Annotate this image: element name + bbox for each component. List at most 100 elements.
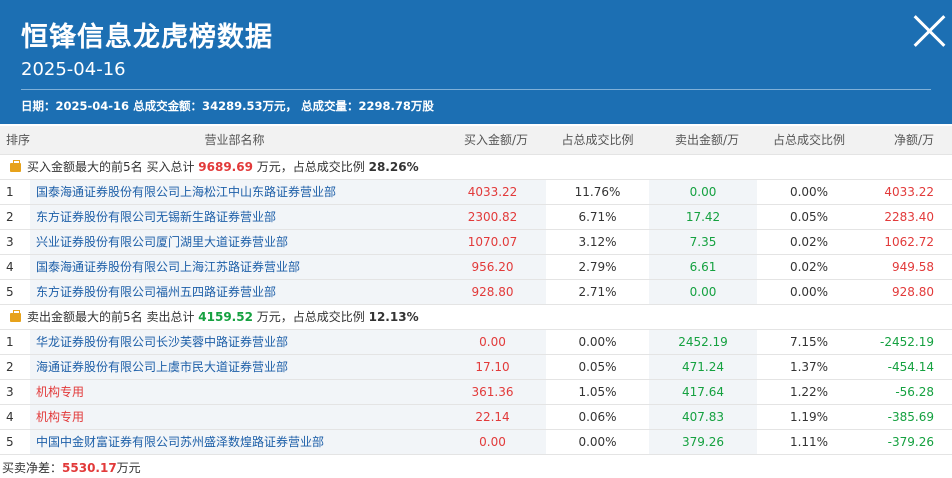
col-buy-ratio: 占总成交比例 — [546, 126, 649, 155]
net-amount: 928.80 — [861, 279, 952, 305]
col-buy-amount: 买入金额/万 — [439, 126, 546, 155]
row-rank: 2 — [0, 204, 30, 230]
row-rank: 1 — [0, 329, 30, 355]
row-rank: 5 — [0, 429, 30, 455]
buy-amount: 928.80 — [439, 279, 546, 305]
sell-amount: 6.61 — [649, 254, 757, 280]
branch-name-link[interactable]: 机构专用 — [30, 404, 439, 430]
branch-name-link[interactable]: 东方证券股份有限公司福州五四路证券营业部 — [30, 279, 439, 305]
branch-name-link[interactable]: 国泰海通证券股份有限公司上海松江中山东路证券营业部 — [30, 179, 439, 205]
branch-name-link[interactable]: 海通证券股份有限公司上虞市民大道证券营业部 — [30, 354, 439, 380]
section-ratio: 28.26% — [368, 160, 419, 174]
buy-amount: 2300.82 — [439, 204, 546, 230]
branch-name-link[interactable]: 兴业证券股份有限公司厦门湖里大道证券营业部 — [30, 229, 439, 255]
table-row: 4 机构专用 22.14 0.06% 407.83 1.19% -385.69 — [0, 404, 952, 430]
buy-ratio: 0.05% — [546, 354, 649, 380]
sell-amount: 17.42 — [649, 204, 757, 230]
buy-ratio: 0.00% — [546, 429, 649, 455]
buy-amount: 1070.07 — [439, 229, 546, 255]
net-amount: -454.14 — [861, 354, 952, 380]
row-rank: 3 — [0, 379, 30, 405]
sell-ratio: 0.02% — [757, 229, 861, 255]
buy-ratio: 0.06% — [546, 404, 649, 430]
branch-name-link[interactable]: 华龙证券股份有限公司长沙芙蓉中路证券营业部 — [30, 329, 439, 355]
net-amount: -385.69 — [861, 404, 952, 430]
row-rank: 5 — [0, 279, 30, 305]
net-amount: -379.26 — [861, 429, 952, 455]
sell-ratio: 1.37% — [757, 354, 861, 380]
sell-ratio: 0.05% — [757, 204, 861, 230]
sell-ratio: 1.19% — [757, 404, 861, 430]
buy-ratio: 2.71% — [546, 279, 649, 305]
net-difference: 买卖净差：5530.17万元 — [2, 460, 141, 476]
row-rank: 4 — [0, 404, 30, 430]
table-row: 2 海通证券股份有限公司上虞市民大道证券营业部 17.10 0.05% 471.24 1.… — [0, 354, 952, 380]
buy-ratio: 1.05% — [546, 379, 649, 405]
sell-ratio: 7.15% — [757, 329, 861, 355]
branch-name-link[interactable]: 中国中金财富证券有限公司苏州盛泽数煌路证券营业部 — [30, 429, 439, 455]
sell-amount: 471.24 — [649, 354, 757, 380]
net-difference-label: 买卖净差： — [2, 461, 63, 475]
buy-amount: 361.36 — [439, 379, 546, 405]
net-amount: -2452.19 — [861, 329, 952, 355]
page-date: 2025-04-16 — [21, 59, 126, 80]
table-row: 5 东方证券股份有限公司福州五四路证券营业部 928.80 2.71% 0.00 0.00… — [0, 279, 952, 305]
section-summary: 卖出金额最大的前5名 卖出总计 4159.52 万元，占总成交比例 12.13% — [0, 304, 952, 330]
row-rank: 3 — [0, 229, 30, 255]
branch-name-link[interactable]: 东方证券股份有限公司无锡新生路证券营业部 — [30, 204, 439, 230]
table-row: 3 兴业证券股份有限公司厦门湖里大道证券营业部 1070.07 3.12% 7.35 0.… — [0, 229, 952, 255]
table-row: 5 中国中金财富证券有限公司苏州盛泽数煌路证券营业部 0.00 0.00% 379.26… — [0, 429, 952, 455]
sell-amount: 2452.19 — [649, 329, 757, 355]
net-amount: 949.58 — [861, 254, 952, 280]
buy-ratio: 6.71% — [546, 204, 649, 230]
col-rank: 排序 — [0, 126, 30, 155]
buy-ratio: 3.12% — [546, 229, 649, 255]
table-row: 4 国泰海通证券股份有限公司上海江苏路证券营业部 956.20 2.79% 6.61 0.… — [0, 254, 952, 280]
sell-amount: 417.64 — [649, 379, 757, 405]
sell-ratio: 0.00% — [757, 279, 861, 305]
col-sell-ratio: 占总成交比例 — [757, 126, 861, 155]
close-icon[interactable] — [910, 12, 948, 50]
section-unit-ratio: 万元，占总成交比例 — [256, 310, 365, 324]
net-difference-unit: 万元 — [116, 461, 141, 475]
buy-amount: 0.00 — [439, 429, 546, 455]
buy-amount: 4033.22 — [439, 179, 546, 205]
col-sell-amount: 卖出金额/万 — [649, 126, 757, 155]
briefcase-icon — [10, 160, 21, 172]
table-row: 1 华龙证券股份有限公司长沙芙蓉中路证券营业部 0.00 0.00% 2452.19 7.… — [0, 329, 952, 355]
table-row: 1 国泰海通证券股份有限公司上海松江中山东路证券营业部 4033.22 11.76% 0… — [0, 179, 952, 205]
branch-name-link[interactable]: 机构专用 — [30, 379, 439, 405]
section-total: 4159.52 — [198, 310, 253, 324]
sell-ratio: 0.00% — [757, 179, 861, 205]
buy-section-header: 买入金额最大的前5名 买入总计 9689.69 万元，占总成交比例 28.26% — [0, 154, 952, 180]
row-rank: 1 — [0, 179, 30, 205]
briefcase-icon — [10, 310, 21, 322]
net-difference-value: 5530.17 — [62, 461, 117, 475]
trade-summary: 日期：2025-04-16 总成交金额：34289.53万元， 总成交量：229… — [21, 99, 434, 113]
section-prefix: 卖出金额最大的前5名 卖出总计 — [27, 310, 195, 324]
sell-amount: 0.00 — [649, 179, 757, 205]
sell-amount: 379.26 — [649, 429, 757, 455]
sell-ratio: 0.02% — [757, 254, 861, 280]
buy-amount: 17.10 — [439, 354, 546, 380]
header-divider — [21, 89, 931, 90]
section-ratio: 12.13% — [368, 310, 419, 324]
table-row: 3 机构专用 361.36 1.05% 417.64 1.22% -56.28 — [0, 379, 952, 405]
section-unit-ratio: 万元，占总成交比例 — [256, 160, 365, 174]
table-row: 2 东方证券股份有限公司无锡新生路证券营业部 2300.82 6.71% 17.42 0.… — [0, 204, 952, 230]
sell-amount: 7.35 — [649, 229, 757, 255]
page-title: 恒锋信息龙虎榜数据 — [21, 22, 273, 53]
net-amount: 2283.40 — [861, 204, 952, 230]
branch-name-link[interactable]: 国泰海通证券股份有限公司上海江苏路证券营业部 — [30, 254, 439, 280]
sell-amount: 0.00 — [649, 279, 757, 305]
buy-amount: 22.14 — [439, 404, 546, 430]
net-amount: 1062.72 — [861, 229, 952, 255]
table-header-row: 排序 营业部名称 买入金额/万 占总成交比例 卖出金额/万 占总成交比例 净额/… — [0, 126, 952, 155]
net-amount: 4033.22 — [861, 179, 952, 205]
dragon-tiger-table: 排序 营业部名称 买入金额/万 占总成交比例 卖出金额/万 占总成交比例 净额/… — [0, 126, 952, 455]
buy-ratio: 2.79% — [546, 254, 649, 280]
section-prefix: 买入金额最大的前5名 买入总计 — [27, 160, 195, 174]
net-amount: -56.28 — [861, 379, 952, 405]
row-rank: 2 — [0, 354, 30, 380]
buy-amount: 956.20 — [439, 254, 546, 280]
